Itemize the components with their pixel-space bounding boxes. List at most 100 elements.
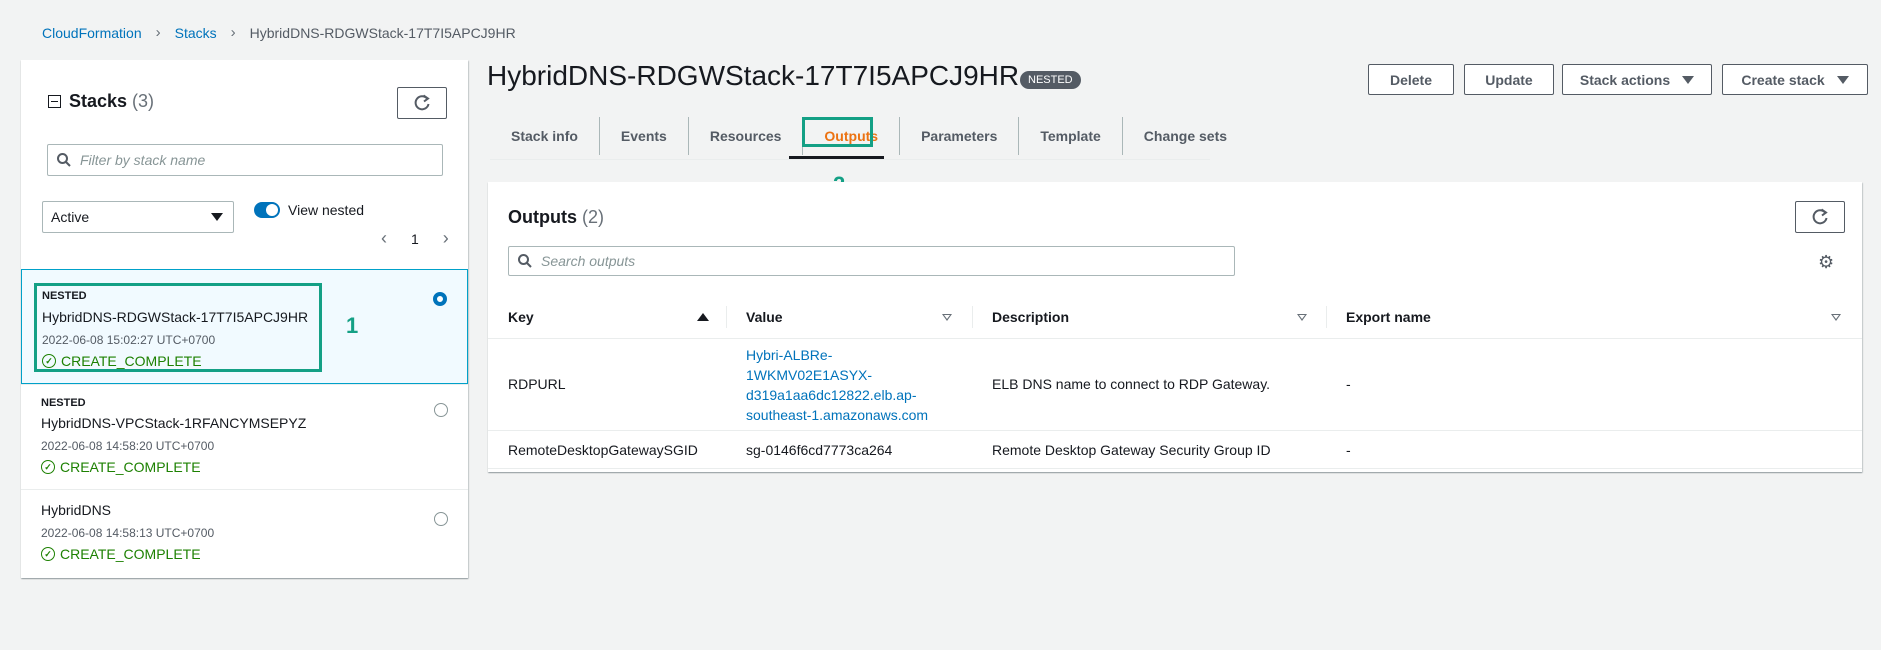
stack-actions-button[interactable]: Stack actions [1562, 64, 1712, 95]
table-header: Key Value Description Export name [488, 294, 1862, 339]
stack-status: ✓ CREATE_COMPLETE [41, 546, 201, 562]
column-header-key[interactable]: Key [508, 294, 534, 339]
column-key-label: Key [508, 308, 534, 325]
outputs-title-text: Outputs [508, 207, 577, 227]
column-header-description[interactable]: Description [992, 294, 1069, 339]
sort-icon[interactable] [1297, 314, 1307, 321]
refresh-outputs-button[interactable] [1795, 201, 1845, 233]
table-row: RDPURL Hybri-ALBRe-1WKMV02E1ASYX-d319a1a… [488, 339, 1862, 431]
column-divider [1326, 306, 1327, 328]
annotation-highlight-1 [34, 283, 322, 372]
stack-status: ✓ CREATE_COMPLETE [41, 459, 201, 475]
delete-button[interactable]: Delete [1368, 64, 1454, 95]
status-filter-select[interactable]: Active [42, 201, 234, 233]
nested-tag: NESTED [41, 397, 86, 409]
create-stack-button[interactable]: Create stack [1722, 64, 1868, 95]
refresh-icon [414, 94, 430, 111]
column-header-export-name[interactable]: Export name [1346, 294, 1431, 339]
column-header-value[interactable]: Value [746, 294, 783, 339]
outputs-count: (2) [582, 207, 605, 227]
pagination: ‹ 1 › [369, 228, 461, 249]
stack-status-label: CREATE_COMPLETE [60, 546, 201, 562]
previous-page-icon[interactable]: ‹ [381, 228, 387, 249]
output-value-link[interactable]: Hybri-ALBRe-1WKMV02E1ASYX-d319a1aa6dc128… [746, 345, 936, 425]
page-number[interactable]: 1 [411, 231, 419, 247]
stack-radio[interactable] [434, 512, 448, 526]
table-row: RemoteDesktopGatewaySGID sg-0146f6cd7773… [488, 431, 1862, 469]
tab-parameters[interactable]: Parameters [900, 117, 1020, 155]
tab-change-sets[interactable]: Change sets [1123, 117, 1248, 155]
breadcrumb-stacks[interactable]: Stacks [175, 25, 217, 41]
outputs-panel: Outputs (2) Search outputs ⚙ Key Value D… [488, 182, 1862, 472]
search-icon [57, 153, 71, 167]
update-label: Update [1485, 71, 1533, 88]
stack-created-time: 2022-06-08 14:58:13 UTC+0700 [41, 526, 215, 540]
page-title: HybridDNS-RDGWStack-17T7I5APCJ9HR [487, 60, 1020, 91]
stacks-count: (3) [132, 91, 155, 111]
next-page-icon[interactable]: › [443, 228, 449, 249]
stack-name: HybridDNS [41, 502, 112, 518]
column-divider [726, 306, 727, 328]
check-circle-icon: ✓ [41, 547, 55, 561]
stack-list-item[interactable]: HybridDNS 2022-06-08 14:58:13 UTC+0700 ✓… [21, 489, 468, 578]
output-key: RemoteDesktopGatewaySGID [508, 442, 698, 458]
stack-status-label: CREATE_COMPLETE [60, 459, 201, 475]
tabs-divider [490, 159, 1210, 160]
annotation-number-1: 1 [346, 313, 359, 338]
output-key: RDPURL [508, 376, 566, 392]
settings-gear-icon[interactable]: ⚙ [1818, 252, 1834, 273]
tab-resources[interactable]: Resources [689, 117, 804, 155]
create-stack-label: Create stack [1741, 71, 1825, 88]
active-tab-indicator [789, 156, 884, 159]
delete-label: Delete [1389, 71, 1433, 88]
update-button[interactable]: Update [1464, 64, 1554, 95]
status-filter-value: Active [51, 209, 90, 225]
breadcrumb-current: HybridDNS-RDGWStack-17T7I5APCJ9HR [249, 24, 516, 41]
output-export-name: - [1346, 376, 1351, 392]
column-value-label: Value [746, 308, 783, 325]
output-value: sg-0146f6cd7773ca264 [746, 442, 893, 458]
stack-created-time: 2022-06-08 14:58:20 UTC+0700 [41, 439, 215, 453]
column-export-label: Export name [1346, 308, 1431, 325]
search-outputs-input[interactable]: Search outputs [508, 246, 1235, 276]
stack-actions-label: Stack actions [1579, 71, 1671, 88]
output-description: ELB DNS name to connect to RDP Gateway. [992, 376, 1271, 392]
stack-filter-input[interactable]: Filter by stack name [47, 144, 443, 176]
breadcrumb: CloudFormation › Stacks › HybridDNS-RDGW… [42, 24, 516, 41]
sort-ascending-icon[interactable] [697, 313, 709, 321]
column-description-label: Description [992, 308, 1070, 325]
output-export-name: - [1346, 442, 1351, 458]
filter-placeholder: Filter by stack name [80, 152, 206, 168]
tab-template[interactable]: Template [1019, 117, 1123, 155]
collapse-icon[interactable] [48, 95, 61, 108]
refresh-stacks-button[interactable] [397, 87, 447, 119]
annotation-highlight-2 [802, 117, 873, 147]
stack-name: HybridDNS-VPCStack-1RFANCYMSEPYZ [41, 415, 307, 431]
view-nested-label: View nested [288, 202, 365, 218]
stack-radio-selected[interactable] [433, 292, 447, 306]
stack-list-item[interactable]: NESTED HybridDNS-VPCStack-1RFANCYMSEPYZ … [21, 384, 468, 489]
refresh-icon [1812, 208, 1828, 225]
chevron-right-icon: › [155, 24, 161, 41]
stack-radio[interactable] [434, 403, 448, 417]
stacks-header: Stacks (3) [48, 91, 154, 112]
chevron-right-icon: › [230, 24, 236, 41]
check-circle-icon: ✓ [41, 460, 55, 474]
search-icon [518, 254, 532, 268]
tab-events[interactable]: Events [600, 117, 689, 155]
sort-icon[interactable] [1831, 314, 1841, 321]
outputs-title: Outputs (2) [508, 207, 604, 228]
nested-badge: NESTED [1020, 71, 1081, 89]
sort-icon[interactable] [942, 314, 952, 321]
view-nested-toggle-group: View nested [254, 202, 364, 218]
column-divider [972, 306, 973, 328]
caret-down-icon [211, 213, 223, 221]
search-outputs-placeholder: Search outputs [541, 253, 636, 269]
stacks-title: Stacks [69, 91, 128, 111]
breadcrumb-cloudformation[interactable]: CloudFormation [42, 25, 142, 41]
tab-stack-info[interactable]: Stack info [490, 117, 600, 155]
view-nested-toggle[interactable] [254, 202, 280, 218]
output-description: Remote Desktop Gateway Security Group ID [992, 442, 1271, 458]
caret-down-icon [1836, 75, 1849, 84]
caret-down-icon [1682, 75, 1695, 84]
